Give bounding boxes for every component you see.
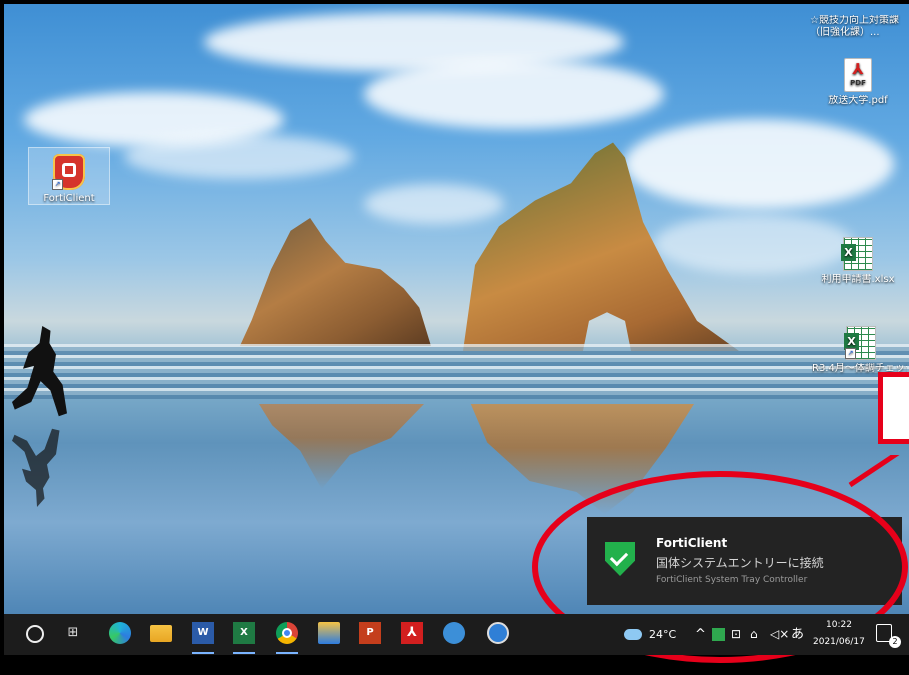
desktop-icon-excel-shortcut[interactable]: X ↗ R3.4月～体調チェック表.xlsx - ショ <box>812 326 909 375</box>
desktop-icon-label: 利用申請書.xlsx <box>821 274 895 285</box>
edge-taskbar-icon[interactable] <box>109 622 131 644</box>
word-taskbar-icon[interactable]: W <box>192 622 214 644</box>
rock-reflection <box>259 404 424 489</box>
notification-message: 国体システムエントリーに接続 <box>656 556 824 570</box>
clock-date[interactable]: 2021/06/17 <box>813 635 865 649</box>
powerpoint-taskbar-icon[interactable]: P <box>359 622 381 644</box>
chat-taskbar-icon[interactable] <box>443 622 465 644</box>
desktop-icon-label: 放送大学.pdf <box>828 95 888 106</box>
ocean-surf <box>4 344 909 399</box>
network-tray-icon[interactable]: ⌂ <box>750 614 758 655</box>
start-button[interactable] <box>26 625 44 643</box>
annotation-callout-box <box>878 372 909 444</box>
cloud <box>624 119 894 209</box>
shortcut-arrow-icon: ↗ <box>52 179 63 190</box>
show-hidden-icons-chevron[interactable]: ^ <box>695 614 706 655</box>
cloud <box>364 184 504 224</box>
security-tray-icon[interactable] <box>712 628 725 641</box>
rock-reflection <box>470 404 694 514</box>
desktop-icon-label: ☆競技力向上対策課（旧強化課）... <box>810 15 899 38</box>
browser-taskbar-icon[interactable] <box>487 622 509 644</box>
weather-cloud-icon[interactable] <box>624 629 642 640</box>
system-tray-icon[interactable]: ⊡ <box>731 614 741 655</box>
excel-icon: X <box>841 237 873 271</box>
desktop-icon-folder[interactable]: ☆競技力向上対策課（旧強化課）... <box>810 12 905 39</box>
acrobat-taskbar-icon[interactable]: ⅄ <box>401 622 423 644</box>
pdf-icon: ⅄ PDF <box>844 58 872 92</box>
running-indicator <box>276 652 298 654</box>
cloud <box>364 59 664 129</box>
rock-formation-small <box>239 218 431 346</box>
desktop-icon-pdf[interactable]: ⅄ PDF 放送大学.pdf <box>818 58 898 107</box>
desktop-icon-excel[interactable]: X 利用申請書.xlsx <box>818 237 898 286</box>
ime-indicator[interactable]: あ <box>791 614 804 655</box>
notification-title: FortiClient <box>656 536 728 550</box>
notification-source: FortiClient System Tray Controller <box>656 575 808 585</box>
pdf-badge: PDF <box>850 79 866 87</box>
shortcut-arrow-icon: ↗ <box>845 348 856 359</box>
chrome-taskbar-icon[interactable] <box>276 622 298 644</box>
acrobat-symbol-icon: ⅄ <box>852 60 864 78</box>
running-indicator <box>233 652 255 654</box>
notification-count-badge: 2 <box>889 636 901 648</box>
notification-toast[interactable]: FortiClient 国体システムエントリーに接続 FortiClient S… <box>587 517 902 605</box>
runner-reflection <box>12 428 60 507</box>
file-explorer-taskbar-icon[interactable] <box>150 625 172 642</box>
forticlient-shield-check-icon <box>605 542 635 576</box>
volume-muted-icon[interactable]: ◁× <box>770 614 789 655</box>
desktop-icon-forticlient[interactable]: ↗ FortiClient <box>28 147 110 205</box>
excel-taskbar-icon[interactable]: X <box>233 622 255 644</box>
weather-temperature[interactable]: 24°C <box>649 614 676 655</box>
task-view-button[interactable]: ⊞ <box>62 622 84 644</box>
cloud <box>124 134 354 179</box>
folder-taskbar-icon[interactable] <box>318 622 340 644</box>
running-indicator <box>192 652 214 654</box>
clock-time[interactable]: 10:22 <box>826 618 852 632</box>
desktop-icon-label: FortiClient <box>43 193 95 204</box>
excel-badge: X <box>841 244 856 261</box>
taskbar: ⊞ W X P ⅄ 24°C ^ ⊡ ⌂ ◁× あ 10:22 2021/06/… <box>4 614 909 655</box>
